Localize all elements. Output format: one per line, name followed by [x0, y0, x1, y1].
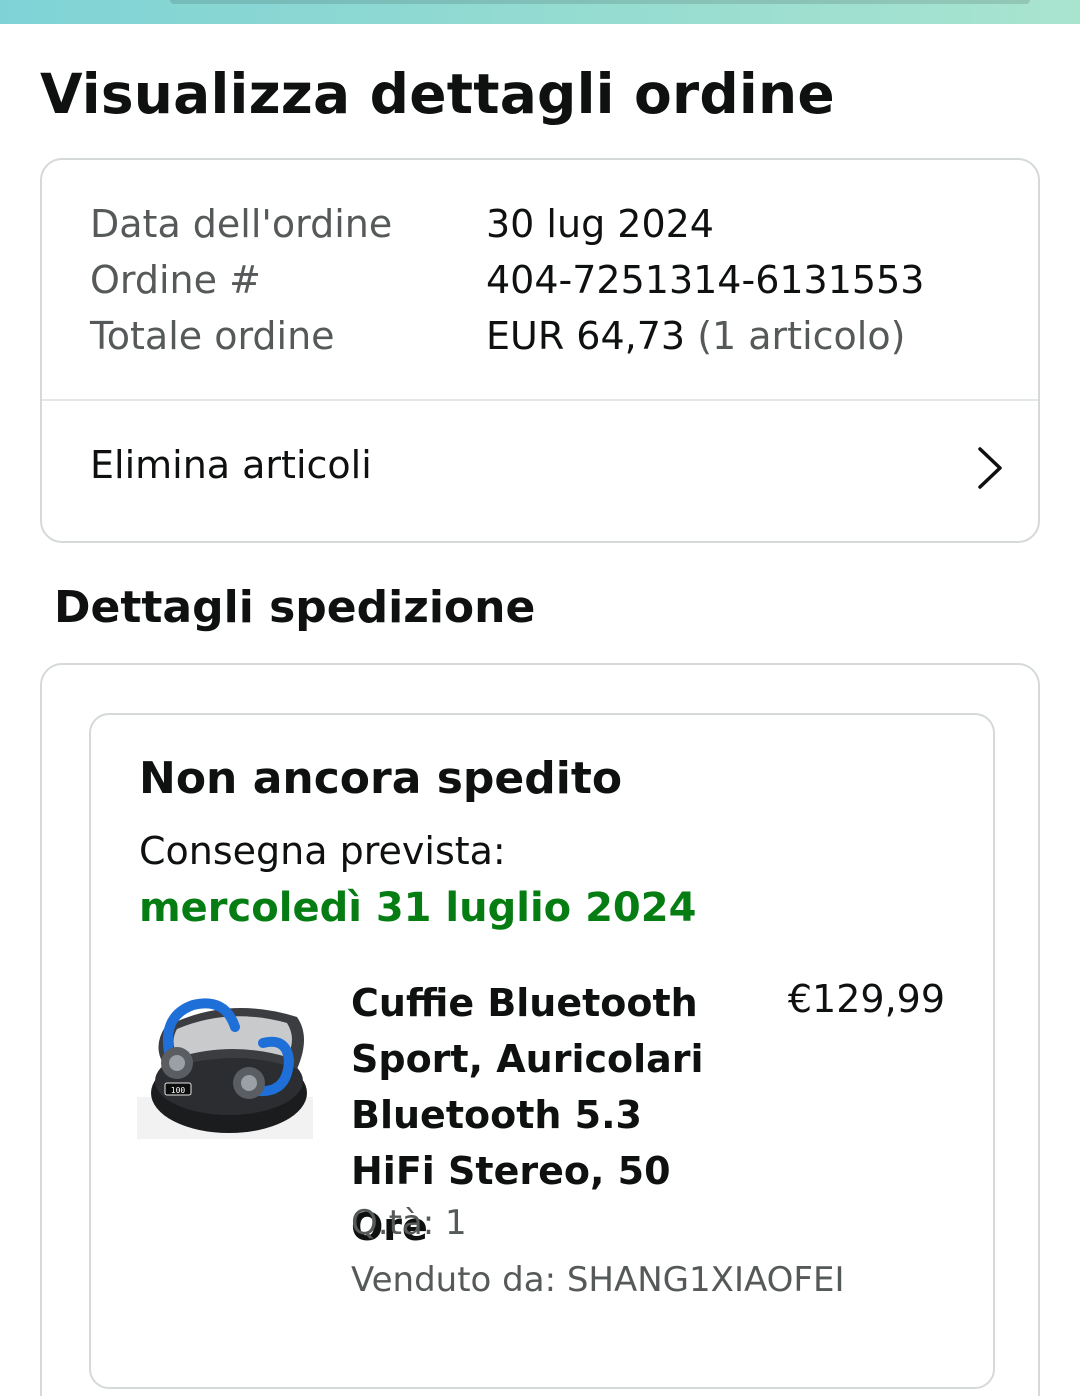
order-number-label: Ordine # — [90, 258, 261, 302]
case-display-text: 100 — [171, 1086, 186, 1095]
order-number-value: 404-7251314-6131553 — [486, 258, 925, 302]
top-bar-edge — [170, 0, 1030, 4]
delivery-estimate-date: mercoledì 31 luglio 2024 — [139, 885, 697, 931]
order-details-page: Visualizza dettagli ordine Data dell'ord… — [0, 0, 1080, 1396]
order-date-value: 30 lug 2024 — [486, 202, 714, 246]
shipping-details-card: Non ancora spedito Consegna prevista: me… — [40, 663, 1040, 1396]
shipment-status: Non ancora spedito — [139, 753, 623, 804]
order-total-label: Totale ordine — [90, 314, 335, 358]
order-date-label: Data dell'ordine — [90, 202, 393, 246]
order-summary-card: Data dell'ordine 30 lug 2024 Ordine # 40… — [40, 158, 1040, 543]
shipment-box: Non ancora spedito Consegna prevista: me… — [89, 713, 995, 1389]
product-quantity: Q.tà: 1 — [351, 1203, 467, 1243]
delivery-estimate-label: Consegna prevista: — [139, 829, 506, 873]
top-app-bar-strip — [0, 0, 1080, 24]
shipping-section-title: Dettagli spedizione — [54, 582, 536, 633]
order-total-value: EUR 64,73 (1 articolo) — [486, 314, 905, 358]
remove-items-button[interactable]: Elimina articoli — [42, 401, 1038, 543]
chevron-right-icon — [978, 447, 1002, 489]
page-title: Visualizza dettagli ordine — [40, 62, 835, 126]
order-total-amount: EUR 64,73 — [486, 314, 686, 358]
order-item-count: (1 articolo) — [697, 314, 906, 358]
product-seller: Venduto da: SHANG1XIAOFEI — [351, 1260, 845, 1300]
product-price: €129,99 — [787, 977, 945, 1021]
earbuds-product-image[interactable]: 100 — [137, 977, 313, 1139]
remove-items-label: Elimina articoli — [90, 443, 372, 487]
